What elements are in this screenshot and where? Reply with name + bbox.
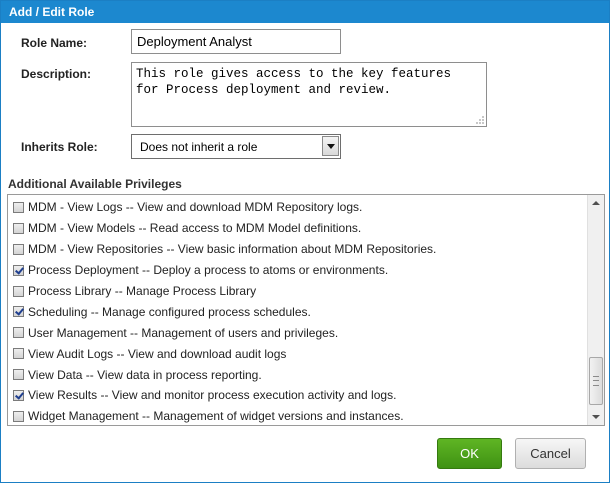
privileges-items: MDM - View Logs -- View and download MDM…: [13, 197, 587, 425]
checkbox-unchecked[interactable]: [13, 327, 24, 339]
checkbox-unchecked[interactable]: [13, 201, 24, 213]
cancel-button[interactable]: Cancel: [515, 438, 586, 469]
privilege-item[interactable]: Process Library -- Manage Process Librar…: [13, 281, 587, 302]
privileges-scrollbar[interactable]: [587, 195, 604, 425]
inherits-role-select[interactable]: Does not inherit a role: [131, 134, 341, 159]
role-name-input[interactable]: [131, 29, 341, 54]
description-label: Description:: [21, 67, 92, 81]
privilege-label: Process Deployment -- Deploy a process t…: [28, 263, 389, 278]
privilege-item[interactable]: View Audit Logs -- View and download aud…: [13, 343, 587, 364]
privilege-item[interactable]: View Data -- View data in process report…: [13, 364, 587, 385]
privilege-item[interactable]: View Results -- View and monitor process…: [13, 385, 587, 406]
privilege-item[interactable]: User Management -- Management of users a…: [13, 322, 587, 343]
privilege-label: User Management -- Management of users a…: [28, 325, 339, 340]
privilege-item[interactable]: MDM - View Models -- Read access to MDM …: [13, 218, 587, 239]
role-name-label: Role Name:: [21, 36, 88, 50]
chevron-down-icon[interactable]: [322, 136, 339, 156]
privilege-label: Widget Management -- Management of widge…: [28, 409, 404, 424]
checkbox-unchecked[interactable]: [13, 222, 24, 234]
privilege-label: Scheduling -- Manage configured process …: [28, 304, 311, 319]
privilege-label: MDM - View Models -- Read access to MDM …: [28, 221, 362, 236]
scroll-thumb[interactable]: [589, 357, 603, 405]
privilege-label: View Data -- View data in process report…: [28, 367, 262, 382]
privileges-list: MDM - View Logs -- View and download MDM…: [7, 194, 605, 426]
privilege-item[interactable]: MDM - View Logs -- View and download MDM…: [13, 197, 587, 218]
resize-grip-icon[interactable]: [475, 115, 485, 125]
description-textarea[interactable]: [131, 62, 487, 127]
privilege-item[interactable]: Process Deployment -- Deploy a process t…: [13, 260, 587, 281]
privilege-label: View Results -- View and monitor process…: [28, 388, 397, 403]
privileges-title: Additional Available Privileges: [8, 177, 182, 191]
ok-button[interactable]: OK: [437, 438, 502, 469]
checkbox-checked[interactable]: [13, 306, 24, 318]
privilege-label: MDM - View Logs -- View and download MDM…: [28, 200, 363, 215]
dialog-title: Add / Edit Role: [1, 1, 609, 23]
checkbox-unchecked[interactable]: [13, 369, 24, 381]
privilege-item[interactable]: Scheduling -- Manage configured process …: [13, 301, 587, 322]
checkbox-unchecked[interactable]: [13, 285, 24, 297]
privilege-label: View Audit Logs -- View and download aud…: [28, 346, 287, 361]
checkbox-unchecked[interactable]: [13, 243, 24, 255]
privilege-label: MDM - View Repositories -- View basic in…: [28, 242, 437, 257]
arrow-up-icon[interactable]: [588, 195, 604, 212]
privilege-item[interactable]: Widget Management -- Management of widge…: [13, 406, 587, 425]
checkbox-unchecked[interactable]: [13, 348, 24, 360]
arrow-down-icon[interactable]: [588, 408, 604, 425]
privilege-label: Process Library -- Manage Process Librar…: [28, 284, 257, 298]
inherits-role-label: Inherits Role:: [21, 140, 98, 154]
checkbox-checked[interactable]: [13, 264, 24, 276]
checkbox-unchecked[interactable]: [13, 410, 24, 422]
add-edit-role-dialog: Add / Edit Role Role Name: Description: …: [0, 0, 610, 483]
inherits-role-value: Does not inherit a role: [140, 140, 258, 154]
privilege-item[interactable]: MDM - View Repositories -- View basic in…: [13, 239, 587, 260]
checkbox-checked[interactable]: [13, 389, 24, 401]
